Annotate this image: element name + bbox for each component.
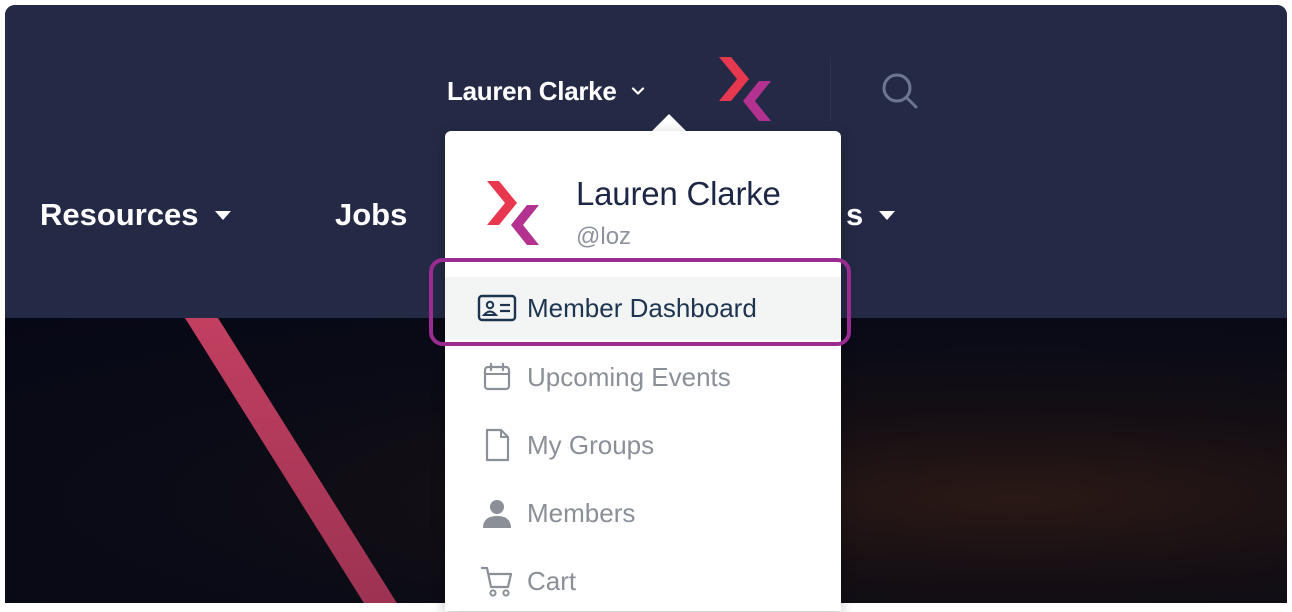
nav-item-label: s (846, 197, 864, 232)
menu-item-label: Upcoming Events (527, 361, 731, 392)
user-dropdown-menu: Lauren Clarke @loz Member Dashboard Upco… (445, 131, 841, 611)
menu-item-label: My Groups (527, 429, 655, 460)
nav-item-label: Resources (40, 197, 199, 232)
user-menu-trigger[interactable]: Lauren Clarke (447, 71, 645, 111)
menu-item-label: Member Dashboard (527, 292, 757, 323)
profile-avatar-logo (487, 181, 539, 245)
document-icon (477, 428, 517, 462)
nav-item-resources[interactable]: Resources (40, 193, 231, 237)
menu-item-upcoming-events[interactable]: Upcoming Events (445, 346, 841, 408)
person-icon (477, 496, 517, 530)
search-icon[interactable] (878, 69, 922, 113)
id-card-icon (477, 291, 517, 325)
menu-item-member-dashboard[interactable]: Member Dashboard (445, 277, 841, 339)
chevron-down-icon (631, 87, 644, 95)
profile-name: Lauren Clarke (576, 175, 781, 212)
nav-item-jobs[interactable]: Jobs (335, 193, 407, 237)
nav-item-partial[interactable]: s (846, 193, 896, 237)
brand-logo[interactable] (713, 53, 773, 123)
header-divider (830, 57, 831, 121)
dropdown-pointer (651, 114, 687, 132)
menu-item-members[interactable]: Members (445, 482, 841, 544)
menu-item-label: Members (527, 497, 636, 528)
profile-handle: @loz (576, 223, 632, 250)
nav-item-label: Jobs (335, 197, 408, 232)
dropdown-profile-header[interactable]: Lauren Clarke @loz (445, 131, 841, 255)
caret-down-icon (214, 210, 231, 220)
menu-item-my-groups[interactable]: My Groups (445, 414, 841, 476)
calendar-icon (477, 360, 517, 394)
menu-item-label: Cart (527, 565, 577, 596)
user-name-label: Lauren Clarke (447, 75, 617, 106)
caret-down-icon (879, 210, 896, 220)
cart-icon (477, 564, 517, 598)
